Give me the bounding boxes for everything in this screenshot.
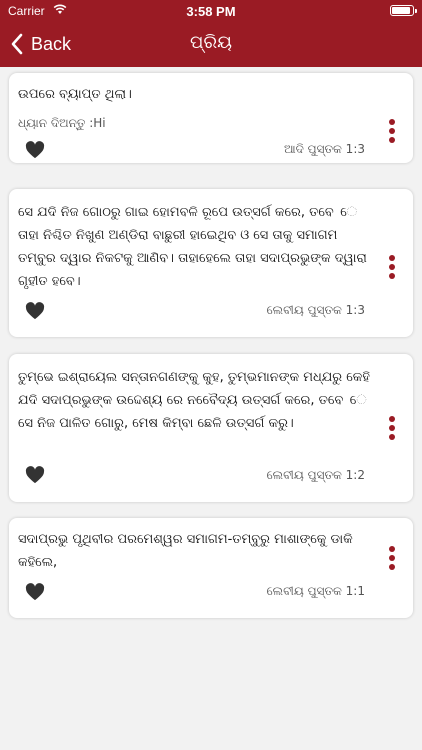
verse-reference: ଲେବୀୟ ପୁସ୍ତକ 1:1 <box>266 584 365 598</box>
verse-text: ଉପରେ ବ୍ୟାପ୍ତ ଥିଲା। <box>18 87 132 102</box>
more-vertical-icon[interactable] <box>387 119 397 145</box>
heart-icon[interactable] <box>25 583 45 601</box>
verse-reference: ଲେବୀୟ ପୁସ୍ତକ 1:2 <box>266 468 365 482</box>
verse-text: ସେ ଯଦି ନିଜ ଗୋଠରୁ ଗାଇ ହୋମବଳି ରୂପେ ଉତ୍ସର୍ଗ… <box>18 205 367 289</box>
verse-card[interactable]: ସଦାପ୍ରଭୁ ପୃଥିବୀର ପରମେଶ୍ୱର ସମାଗମ-ତମ୍ବୁରୁ … <box>9 518 413 618</box>
nav-bar: Carrier 3:58 PM Back ପ୍ରିୟ <box>0 0 422 67</box>
verse-text: ତୁମ୍ଭେ ଇଶ୍ରାୟେଲ ସନ୍ତାନଗଣଙ୍କୁ କୁହ, ତୁମ୍ଭମ… <box>18 370 370 431</box>
verse-note: ଧ୍ୟାନ ଦିଅନ୍ତୁ :Hi <box>18 116 106 130</box>
more-vertical-icon[interactable] <box>387 546 397 572</box>
verse-card[interactable]: ଉପରେ ବ୍ୟାପ୍ତ ଥିଲା। ଧ୍ୟାନ ଦିଅନ୍ତୁ :Hi ଆଦି… <box>9 73 413 163</box>
more-vertical-icon[interactable] <box>387 416 397 442</box>
heart-icon[interactable] <box>25 466 45 484</box>
verse-reference: ଲେବୀୟ ପୁସ୍ତକ 1:3 <box>266 303 365 317</box>
more-vertical-icon[interactable] <box>387 255 397 281</box>
verse-card[interactable]: ସେ ଯଦି ନିଜ ଗୋଠରୁ ଗାଇ ହୋମବଳି ରୂପେ ଉତ୍ସର୍ଗ… <box>9 189 413 337</box>
heart-icon[interactable] <box>25 302 45 320</box>
heart-icon[interactable] <box>25 141 45 159</box>
verse-text: ସଦାପ୍ରଭୁ ପୃଥିବୀର ପରମେଶ୍ୱର ସମାଗମ-ତମ୍ବୁରୁ … <box>18 532 353 570</box>
page-title: ପ୍ରିୟ <box>190 32 232 53</box>
battery-fill <box>392 7 410 14</box>
status-bar: Carrier 3:58 PM <box>0 0 422 22</box>
verse-reference: ଆଦି ପୁସ୍ତକ 1:3 <box>283 142 365 156</box>
verse-card[interactable]: ତୁମ୍ଭେ ଇଶ୍ରାୟେଲ ସନ୍ତାନଗଣଙ୍କୁ କୁହ, ତୁମ୍ଭମ… <box>9 354 413 502</box>
clock: 3:58 PM <box>186 4 236 19</box>
battery-icon <box>390 5 417 16</box>
